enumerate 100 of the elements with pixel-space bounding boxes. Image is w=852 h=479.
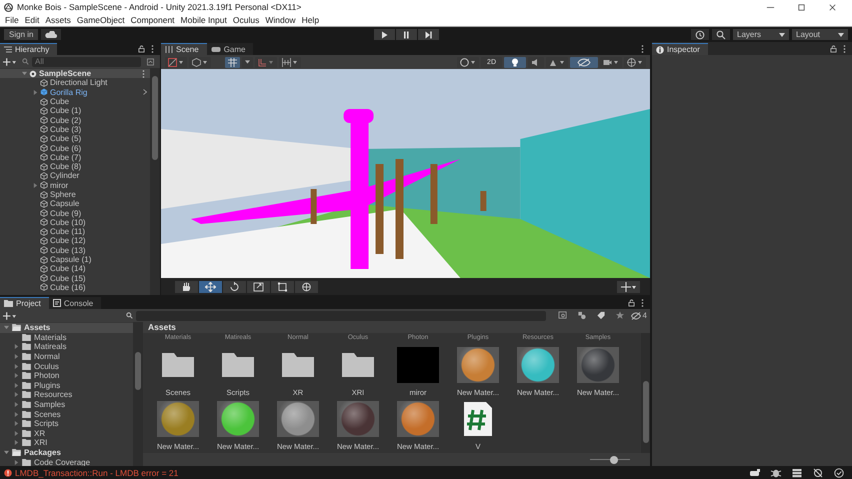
hierarchy-item[interactable]: Cube (11) — [0, 227, 150, 236]
scene-row[interactable]: SampleScene — [0, 69, 150, 78]
folder-tree-item[interactable]: XR — [0, 428, 133, 438]
folder-tree-item[interactable]: Samples — [0, 400, 133, 410]
effects-button[interactable] — [546, 56, 568, 68]
grid-snap-button[interactable] — [225, 56, 240, 68]
step-button[interactable] — [418, 29, 439, 40]
rect-tool-button[interactable] — [271, 280, 294, 292]
hierarchy-item[interactable]: Cube (14) — [0, 264, 150, 274]
add-dropdown-icon[interactable] — [3, 58, 16, 66]
create-dropdown-icon[interactable] — [3, 312, 16, 320]
menu-item[interactable]: GameObject — [74, 15, 128, 25]
hierarchy-item[interactable]: Cube (12) — [0, 236, 150, 246]
folder-tree-item[interactable]: Packages — [0, 448, 133, 458]
expand-arrow-icon[interactable] — [14, 430, 19, 436]
menu-item[interactable]: Assets — [42, 15, 74, 25]
hierarchy-item[interactable]: Cube (8) — [0, 162, 150, 172]
rotate-tool-button[interactable] — [223, 280, 246, 292]
folder-tree-item[interactable]: Assets — [0, 323, 133, 333]
folder-tree-item[interactable]: Scripts — [0, 418, 133, 429]
folder-tree-item[interactable]: Matireals — [0, 342, 133, 352]
render-mode-button[interactable] — [189, 56, 211, 68]
folder-tree-item[interactable]: XRI — [0, 438, 133, 448]
folder-tree-item[interactable]: Photon — [0, 370, 133, 381]
expand-arrow-icon[interactable] — [4, 325, 9, 330]
expand-arrow-icon[interactable] — [14, 402, 19, 408]
search-button[interactable] — [712, 29, 730, 40]
folder-tree-item[interactable]: Resources — [0, 390, 133, 400]
project-tab[interactable]: Project — [0, 297, 49, 309]
menu-item[interactable]: Component — [128, 15, 178, 25]
hierarchy-item[interactable]: Cube (15) — [0, 274, 150, 283]
search-by-type-icon[interactable] — [558, 311, 568, 320]
hierarchy-item[interactable]: Capsule — [0, 199, 150, 208]
folder-tree-item[interactable]: Plugins — [0, 380, 133, 390]
expand-arrow-icon[interactable] — [14, 392, 19, 398]
material-sphere-thumbnail[interactable] — [277, 401, 319, 437]
label-icon[interactable] — [596, 311, 606, 320]
transform-tool-button[interactable] — [295, 280, 318, 292]
maximize-icon[interactable] — [797, 2, 806, 12]
more-options-icon[interactable] — [641, 298, 644, 306]
check-circle-icon[interactable] — [833, 468, 845, 478]
search-field[interactable] — [136, 310, 546, 320]
visibility-toggle-button[interactable] — [570, 56, 598, 68]
expand-arrow-icon[interactable] — [22, 71, 27, 76]
lock-icon[interactable] — [628, 298, 635, 306]
lock-icon[interactable] — [830, 44, 837, 52]
filter-icon[interactable] — [576, 311, 587, 320]
align-button[interactable] — [279, 56, 301, 68]
more-options-icon[interactable] — [151, 44, 154, 52]
scene-tab[interactable]: Scene — [161, 43, 207, 55]
expand-arrow-icon[interactable] — [14, 412, 19, 417]
more-options-icon[interactable] — [641, 44, 644, 52]
sign-in-button[interactable]: Sign in — [4, 29, 38, 40]
scale-tool-button[interactable] — [247, 280, 270, 292]
play-button[interactable] — [374, 29, 395, 40]
folder-tree-item[interactable]: Materials — [0, 332, 133, 342]
hierarchy-item[interactable]: Cylinder — [0, 171, 150, 181]
menu-item[interactable]: Edit — [22, 15, 42, 25]
material-sphere-thumbnail[interactable] — [157, 401, 199, 437]
expand-arrow-icon[interactable] — [33, 182, 38, 188]
audio-toggle-button[interactable] — [528, 56, 544, 68]
hierarchy-item[interactable]: Capsule (1) — [0, 254, 150, 264]
hidden-packages-toggle[interactable]: 4 — [630, 311, 647, 320]
folder-tree-item[interactable]: Normal — [0, 352, 133, 362]
menu-item[interactable]: Help — [298, 15, 322, 25]
expand-arrow-icon[interactable] — [14, 373, 19, 378]
material-sphere-thumbnail[interactable] — [337, 401, 379, 437]
hierarchy-item[interactable]: Cube (2) — [0, 115, 150, 125]
menu-item[interactable]: Oculus — [230, 15, 262, 25]
expand-arrow-icon[interactable] — [14, 460, 19, 465]
material-sphere-thumbnail[interactable] — [217, 401, 259, 437]
more-options-icon[interactable] — [843, 44, 846, 52]
scrollbar[interactable] — [150, 68, 160, 295]
hierarchy-item[interactable]: Cube (10) — [0, 218, 150, 228]
scrollbar[interactable] — [641, 333, 650, 453]
hierarchy-item[interactable]: Cube (6) — [0, 143, 150, 153]
menu-item[interactable]: Window — [262, 15, 299, 25]
draw-mode-button[interactable] — [165, 56, 187, 68]
hierarchy-tab[interactable]: Hierarchy — [0, 43, 58, 55]
layout-dropdown[interactable]: Layout — [792, 29, 848, 40]
star-icon[interactable] — [614, 311, 625, 320]
expand-arrow-icon[interactable] — [4, 450, 9, 456]
pause-button[interactable] — [396, 29, 417, 40]
hierarchy-item[interactable]: Cube (9) — [0, 208, 150, 218]
more-options-icon[interactable] — [142, 70, 145, 78]
hierarchy-item[interactable]: Gorilla Rig — [0, 88, 150, 97]
folder-tree-item[interactable]: Scenes — [0, 409, 133, 419]
expand-arrow-icon[interactable] — [14, 382, 19, 388]
scrollbar[interactable] — [133, 322, 143, 466]
console-tab[interactable]: Console — [48, 297, 102, 309]
hierarchy-item[interactable]: Cube (5) — [0, 134, 150, 144]
breadcrumb[interactable]: Assets — [143, 322, 650, 333]
material-sphere-thumbnail[interactable] — [517, 347, 559, 383]
hierarchy-item[interactable]: Sphere — [0, 190, 150, 200]
bug-icon[interactable] — [770, 468, 782, 478]
thumbnail-size-slider[interactable] — [590, 456, 630, 464]
hierarchy-item[interactable]: Cube — [0, 96, 150, 106]
lighting-toggle-button[interactable] — [504, 56, 526, 68]
folder-tree-item[interactable]: Oculus — [0, 361, 133, 371]
camera-button[interactable] — [600, 56, 622, 68]
